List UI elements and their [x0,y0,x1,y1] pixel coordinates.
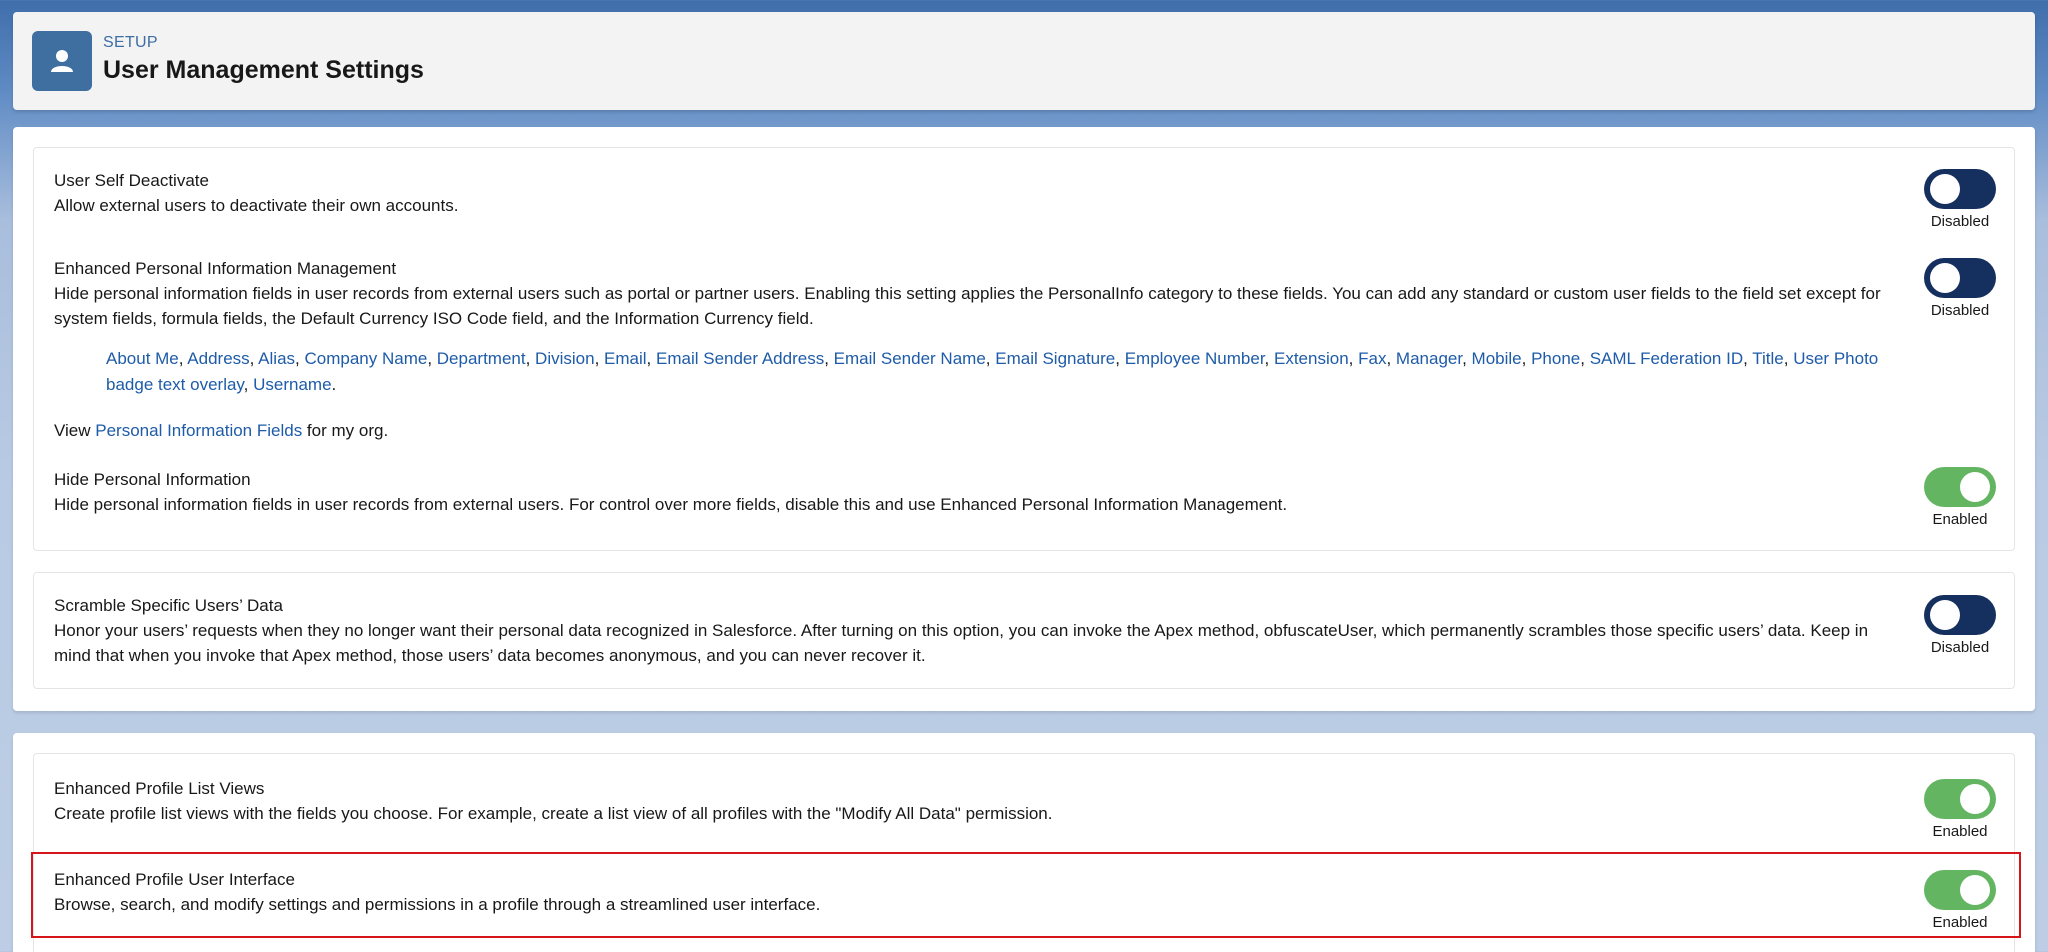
field-link[interactable]: About Me [106,349,179,368]
field-link[interactable]: Company Name [304,349,427,368]
field-separator: , [985,349,996,368]
setting-description: Honor your users’ requests when they no … [54,621,1869,665]
setting-description: Hide personal information fields in user… [54,495,1288,514]
field-link[interactable]: Manager [1396,349,1462,368]
settings-group-personal-info: User Self Deactivate Allow external user… [33,147,2015,551]
toggle-state-label: Disabled [1930,302,1990,319]
field-link[interactable]: Employee Number [1125,349,1265,368]
toggle-switch[interactable] [1924,870,1996,910]
field-separator: , [1462,349,1472,368]
field-link[interactable]: Alias [258,349,295,368]
field-link[interactable]: Phone [1531,349,1580,368]
field-link[interactable]: Email Signature [995,349,1115,368]
settings-panel-profiles: Enhanced Profile List Views Create profi… [13,733,2035,952]
toggle-knob [1960,784,1990,814]
page-header: SETUP User Management Settings [13,12,2035,110]
field-separator: , [1743,349,1753,368]
toggle-enhanced-personal-info[interactable]: Disabled [1924,258,1996,319]
toggle-state-label: Enabled [1932,914,1988,931]
field-link[interactable]: Address [187,349,249,368]
field-link[interactable]: Email [604,349,647,368]
setting-user-self-deactivate: User Self Deactivate Allow external user… [54,168,1894,218]
field-separator: , [1264,349,1274,368]
toggle-switch[interactable] [1924,467,1996,507]
toggle-state-label: Disabled [1930,639,1990,656]
setting-scramble-users-data: Scramble Specific Users’ Data Honor your… [54,593,1894,668]
toggle-user-self-deactivate[interactable]: Disabled [1924,169,1996,230]
toggle-enhanced-profile-list-views[interactable]: Enabled [1924,779,1996,840]
field-link[interactable]: Extension [1274,349,1349,368]
field-link[interactable]: Username [253,375,331,394]
setting-title: User Self Deactivate [54,171,209,190]
view-personal-info-line: View Personal Information Fields for my … [54,418,388,443]
toggle-scramble-users-data[interactable]: Disabled [1924,595,1996,656]
toggle-knob [1930,263,1960,293]
field-separator: , [646,349,656,368]
toggle-state-label: Enabled [1932,511,1988,528]
field-link[interactable]: Email Sender Name [834,349,986,368]
toggle-switch[interactable] [1924,258,1996,298]
setting-title: Enhanced Personal Information Management [54,259,397,278]
field-link[interactable]: Division [535,349,595,368]
user-icon [32,31,92,91]
field-separator: , [1348,349,1359,368]
setting-title: Scramble Specific Users’ Data [54,596,283,615]
toggle-state-label: Disabled [1930,213,1990,230]
toggle-state-label: Enabled [1932,823,1988,840]
toggle-switch[interactable] [1924,595,1996,635]
field-separator: , [1115,349,1125,368]
field-separator: , [1521,349,1532,368]
field-separator: , [249,349,259,368]
breadcrumb[interactable]: SETUP [103,34,158,52]
toggle-knob [1930,600,1960,630]
field-separator: , [525,349,536,368]
field-link[interactable]: Fax [1358,349,1386,368]
setting-title: Hide Personal Information [54,470,251,489]
setting-enhanced-profile-list-views: Enhanced Profile List Views Create profi… [54,776,1894,826]
settings-group-scramble: Scramble Specific Users’ Data Honor your… [33,572,2015,689]
field-separator: , [178,349,188,368]
setting-description: Hide personal information fields in user… [54,284,1881,328]
toggle-switch[interactable] [1924,779,1996,819]
field-separator: , [1386,349,1396,368]
setting-enhanced-profile-user-interface: Enhanced Profile User Interface Browse, … [54,867,1894,917]
settings-panel-personal-info: User Self Deactivate Allow external user… [13,127,2035,711]
setting-hide-personal-info: Hide Personal Information Hide personal … [54,467,1894,517]
field-link[interactable]: Department [437,349,526,368]
view-prefix: View [54,421,96,440]
field-separator: , [427,349,437,368]
field-separator: , [243,375,254,394]
setting-description: Browse, search, and modify settings and … [54,895,821,914]
personal-info-field-list: About Me, Address, Alias, Company Name, … [106,346,1896,398]
setting-enhanced-personal-info: Enhanced Personal Information Management… [54,256,1894,331]
toggle-hide-personal-info[interactable]: Enabled [1924,467,1996,528]
toggle-knob [1930,174,1960,204]
settings-group-profiles: Enhanced Profile List Views Create profi… [33,753,2015,952]
field-link[interactable]: Mobile [1472,349,1522,368]
setting-title: Enhanced Profile List Views [54,779,265,798]
field-link[interactable]: Title [1752,349,1784,368]
setting-description: Allow external users to deactivate their… [54,196,459,215]
setting-title: Enhanced Profile User Interface [54,870,295,889]
field-separator: . [331,375,337,394]
field-link[interactable]: Email Sender Address [656,349,824,368]
field-separator: , [1783,349,1794,368]
toggle-knob [1960,875,1990,905]
setting-description: Create profile list views with the field… [54,804,1053,823]
field-link[interactable]: SAML Federation ID [1590,349,1743,368]
personal-information-fields-link[interactable]: Personal Information Fields [95,421,302,440]
toggle-enhanced-profile-user-interface[interactable]: Enabled [1924,870,1996,931]
toggle-switch[interactable] [1924,169,1996,209]
field-separator: , [824,349,834,368]
field-separator: , [1580,349,1590,368]
page-title: User Management Settings [103,56,424,84]
toggle-knob [1960,472,1990,502]
field-separator: , [594,349,605,368]
view-suffix: for my org. [302,421,389,440]
